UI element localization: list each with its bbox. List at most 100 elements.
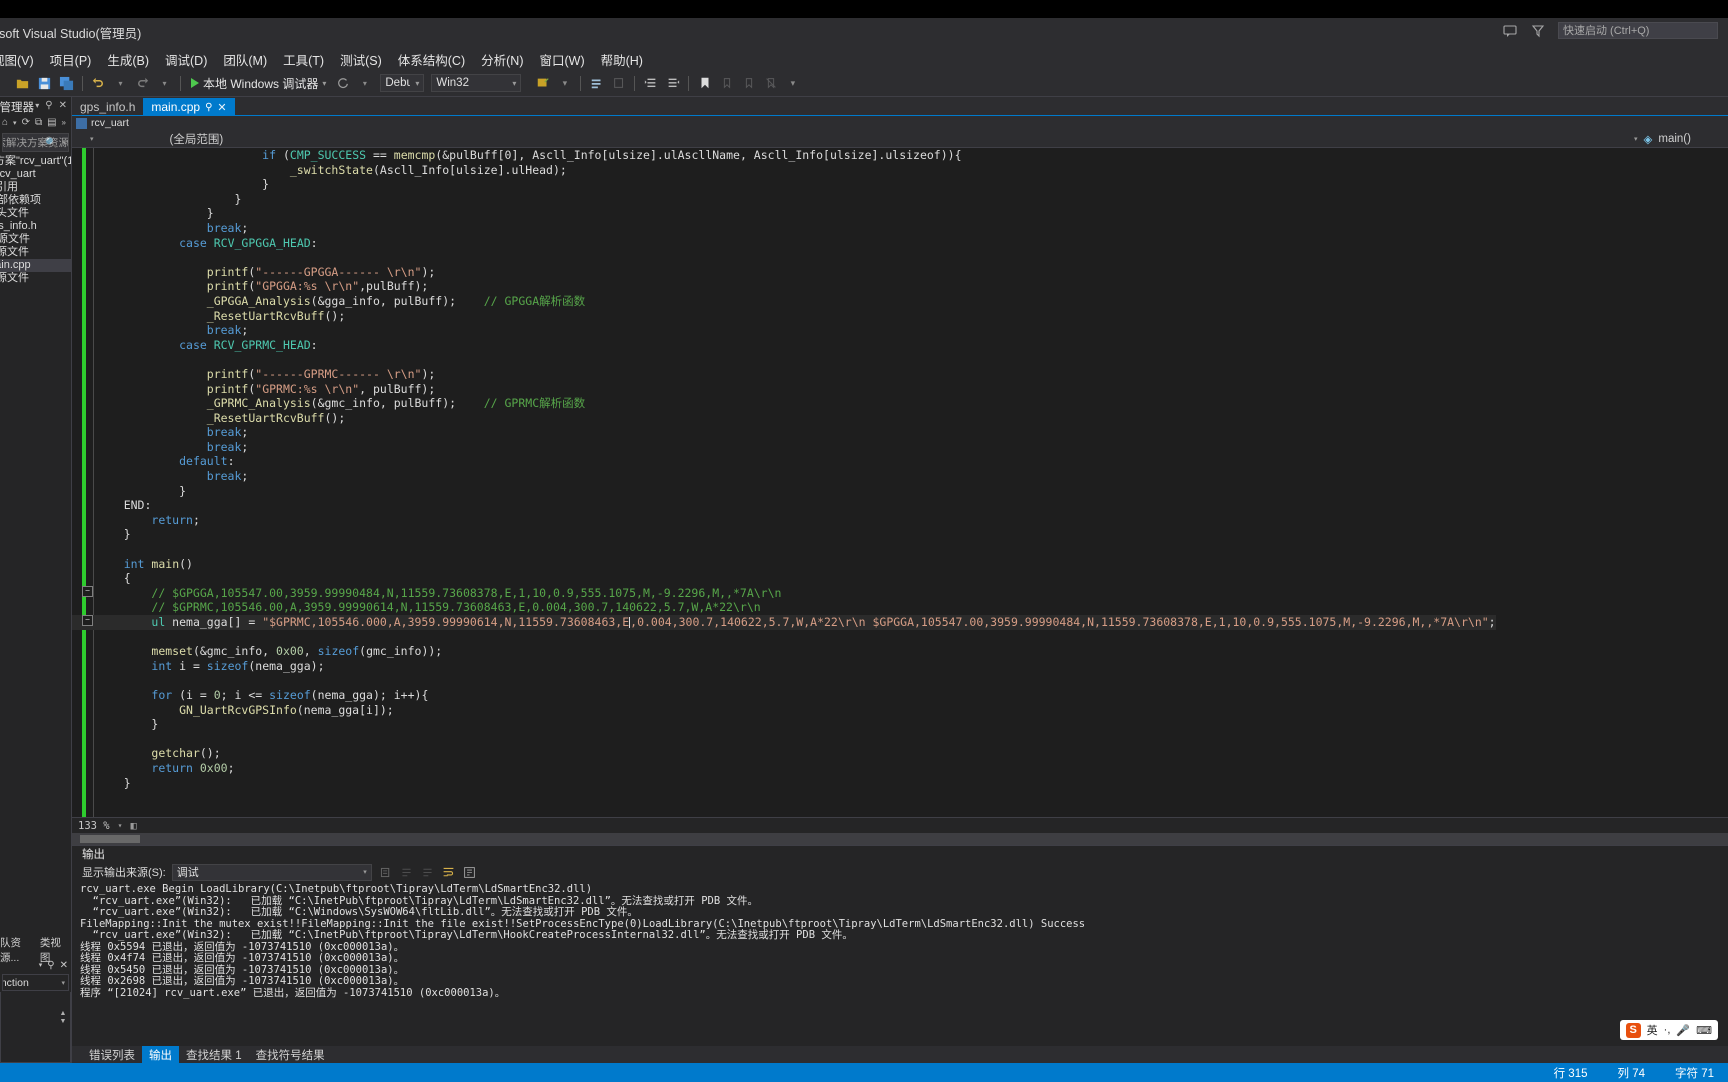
goto-message-icon[interactable] bbox=[420, 865, 435, 880]
chevron-down-icon-3[interactable]: ▾ bbox=[13, 119, 17, 127]
dock-menu-icon[interactable]: ▾ bbox=[39, 961, 43, 969]
tab-pin-icon[interactable]: ⚲ bbox=[205, 102, 212, 113]
output-source-value: 调试 bbox=[176, 867, 199, 879]
editor-zoom-level[interactable]: 133 % bbox=[78, 820, 110, 832]
toolbar-overflow-icon[interactable]: ▾ bbox=[555, 74, 574, 93]
horizontal-scroll-thumb[interactable] bbox=[80, 835, 140, 843]
tree-node-2[interactable]: 引用 bbox=[0, 181, 71, 194]
outline-collapse-comments[interactable]: − bbox=[82, 615, 93, 626]
solution-platform-combo[interactable]: Win32 ▾ bbox=[431, 74, 522, 92]
indent-icon[interactable] bbox=[641, 74, 660, 93]
nav-project-cell[interactable] bbox=[72, 131, 84, 146]
nav-member-cell[interactable]: ▾ ◈ main() bbox=[1628, 131, 1728, 146]
tree-node-4[interactable]: 头文件 bbox=[0, 207, 71, 220]
menu-item-0[interactable]: 视图(V) bbox=[0, 48, 42, 71]
find-message-icon[interactable] bbox=[399, 865, 414, 880]
prev-bookmark-icon[interactable] bbox=[717, 74, 736, 93]
clear-all-icon[interactable] bbox=[378, 865, 393, 880]
solution-configuration-combo[interactable]: Debug ▾ bbox=[380, 74, 425, 92]
save-icon[interactable] bbox=[35, 74, 54, 93]
search-icon[interactable]: 🔍 bbox=[45, 136, 58, 149]
new-project-icon[interactable] bbox=[13, 74, 32, 93]
breakpoints-window-icon[interactable] bbox=[587, 74, 606, 93]
tree-node-3[interactable]: 外部依赖项 bbox=[0, 194, 71, 207]
menu-item-7[interactable]: 体系结构(C) bbox=[390, 48, 473, 71]
refresh-icon[interactable] bbox=[333, 74, 352, 93]
refresh-icon-2[interactable]: ⟳ bbox=[22, 117, 30, 128]
tree-node-1[interactable]: rcv_uart bbox=[0, 168, 71, 181]
split-view-icon[interactable]: ◧ bbox=[130, 820, 136, 832]
refresh-dropdown-icon[interactable]: ▾ bbox=[355, 74, 374, 93]
step-icon[interactable] bbox=[609, 74, 628, 93]
menu-item-8[interactable]: 分析(N) bbox=[473, 48, 531, 71]
tree-node-main-cpp[interactable]: main.cpp bbox=[0, 259, 71, 272]
code-line-13: case RCV_GPRMC_HEAD: bbox=[179, 337, 318, 352]
show-all-files-icon[interactable]: ▤ bbox=[47, 117, 56, 128]
solution-explorer-search-placeholder: 搜索解决方案资源管理器(Ctrl bbox=[3, 137, 69, 149]
undo-dropdown-icon[interactable]: ▾ bbox=[111, 74, 130, 93]
quick-launch-input[interactable]: 快速启动 (Ctrl+Q) bbox=[1558, 22, 1718, 39]
filter-icon[interactable] bbox=[1530, 23, 1546, 39]
menu-item-9[interactable]: 窗口(W) bbox=[531, 48, 592, 71]
horizontal-scrollbar[interactable] bbox=[72, 833, 1728, 845]
nav-scope-cell[interactable]: ▾ (全局范围) bbox=[84, 131, 1628, 146]
bottom-tab-find-results-1[interactable]: 查找结果 1 bbox=[179, 1046, 249, 1064]
mic-icon[interactable]: 🎤 bbox=[1676, 1024, 1690, 1037]
tree-node-6[interactable]: 资源文件 bbox=[0, 233, 71, 246]
scroll-spinner[interactable]: ▲ ▼ bbox=[58, 1010, 68, 1026]
next-bookmark-icon[interactable] bbox=[739, 74, 758, 93]
tree-node-0[interactable]: 解决方案"rcv_uart"(1 个项目) bbox=[0, 155, 71, 168]
code-line-37: for (i = 0; i <= sizeof(nema_gga); i++){ bbox=[151, 687, 429, 702]
tab-close-icon[interactable]: ✕ bbox=[217, 101, 226, 114]
menu-item-1[interactable]: 项目(P) bbox=[42, 48, 100, 71]
menu-item-10[interactable]: 帮助(H) bbox=[593, 48, 651, 71]
dock-tab-team-explorer[interactable]: 队资源... bbox=[0, 935, 40, 965]
redo-icon[interactable] bbox=[133, 74, 152, 93]
tab-main-cpp[interactable]: main.cpp ⚲ ✕ bbox=[143, 98, 235, 116]
menu-item-6[interactable]: 测试(S) bbox=[332, 48, 390, 71]
save-all-icon[interactable] bbox=[57, 74, 76, 93]
menu-item-2[interactable]: 生成(B) bbox=[99, 48, 157, 71]
bottom-tab-output[interactable]: 输出 bbox=[142, 1045, 179, 1064]
panel-menu-icon[interactable]: ▾ bbox=[35, 101, 39, 110]
dock-pin-icon[interactable]: ⚲ bbox=[47, 960, 54, 971]
attach-to-process-icon[interactable] bbox=[533, 74, 552, 93]
tree-node-5[interactable]: gps_info.h bbox=[0, 220, 71, 233]
menu-item-5[interactable]: 工具(T) bbox=[275, 48, 332, 71]
menu-item-3[interactable]: 调试(D) bbox=[157, 48, 215, 71]
feedback-icon[interactable] bbox=[1502, 23, 1518, 39]
sogou-logo-icon[interactable]: S bbox=[1625, 1022, 1641, 1038]
start-debugging-button[interactable]: 本地 Windows 调试器 ▾ bbox=[187, 75, 330, 92]
collapse-all-icon[interactable]: ⧉ bbox=[35, 117, 42, 128]
ime-mode-label[interactable]: 英 bbox=[1647, 1022, 1658, 1038]
keyboard-icon[interactable]: ⌨ bbox=[1696, 1024, 1712, 1037]
bottom-tab-error-list[interactable]: 错误列表 bbox=[82, 1046, 142, 1064]
ime-punctuation-icon[interactable]: ·, bbox=[1664, 1024, 1671, 1036]
bookmark-icon[interactable] bbox=[695, 74, 714, 93]
outline-collapse-main[interactable]: − bbox=[82, 586, 93, 597]
toggle-word-wrap-icon[interactable] bbox=[441, 865, 456, 880]
bottom-tab-find-symbol-results[interactable]: 查找符号结果 bbox=[249, 1046, 332, 1064]
method-icon: ◈ bbox=[1643, 133, 1653, 146]
pin-icon[interactable]: ⚲ bbox=[45, 100, 52, 111]
redo-dropdown-icon[interactable]: ▾ bbox=[155, 74, 174, 93]
search-dropdown-icon[interactable]: ▾ bbox=[62, 139, 66, 147]
tree-node-7[interactable]: 源文件 bbox=[0, 246, 71, 259]
tree-node-9[interactable]: 源文件 bbox=[0, 272, 71, 285]
dock-close-icon[interactable]: ✕ bbox=[60, 960, 68, 971]
output-source-combo[interactable]: 调试 ▾ bbox=[171, 863, 372, 881]
tab-gps-info-h[interactable]: gps_info.h bbox=[72, 98, 144, 116]
clear-bookmarks-icon[interactable] bbox=[761, 74, 780, 93]
left-dock-combo[interactable]: unction ▾ bbox=[2, 974, 69, 991]
home-icon[interactable]: ⌂ bbox=[2, 117, 8, 128]
undo-icon[interactable] bbox=[89, 74, 108, 93]
zoom-dropdown-icon[interactable]: ▾ bbox=[118, 821, 123, 830]
solution-explorer-search[interactable]: 搜索解决方案资源管理器(Ctrl 🔍 ▾ bbox=[2, 133, 69, 152]
close-icon[interactable]: ✕ bbox=[59, 100, 67, 111]
outdent-icon[interactable] bbox=[663, 74, 682, 93]
toolbar-overflow-icon-2[interactable]: ▾ bbox=[783, 74, 802, 93]
more-icon[interactable]: » bbox=[62, 118, 66, 127]
code-editor-surface[interactable]: if (CMP_SUCCESS == memcmp(&pulBuff[0], A… bbox=[72, 148, 1728, 845]
output-settings-icon[interactable] bbox=[462, 865, 477, 880]
menu-item-4[interactable]: 团队(M) bbox=[215, 48, 275, 71]
